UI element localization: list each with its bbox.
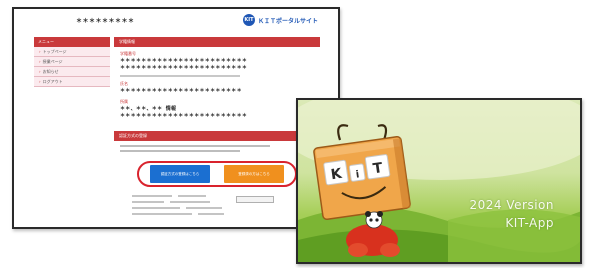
- sidebar-item-label: 授業ページ: [42, 58, 63, 64]
- name-value: ＊＊＊＊＊＊＊＊＊＊＊＊＊＊＊＊＊＊＊＊＊＊＊: [120, 88, 242, 94]
- sidebar-item-label: ログアウト: [42, 78, 63, 84]
- sidebar-header: メニュー: [34, 37, 110, 47]
- affiliation-value-2: ＊＊＊＊＊＊＊＊＊＊＊＊＊＊＊＊＊＊＊＊＊＊＊＊: [120, 113, 248, 119]
- profile-section-title: 学籍情報: [114, 37, 320, 47]
- brand-logo-icon: KIT: [242, 14, 255, 26]
- masked-user-id: ＊＊＊＊＊＊＊＊＊: [76, 18, 135, 25]
- instruction-line: [120, 150, 240, 152]
- sidebar-item-top[interactable]: › トップページ: [34, 47, 110, 57]
- student-id-value-2: ＊＊＊＊＊＊＊＊＊＊＊＊＊＊＊＊＊＊＊＊＊＊＊＊: [120, 65, 248, 71]
- student-id-value: ＊＊＊＊＊＊＊＊＊＊＊＊＊＊＊＊＊＊＊＊＊＊＊＊: [120, 58, 248, 64]
- affiliation-value: ＊＊、＊＊、＊＊ 情報: [120, 106, 177, 112]
- chevron-right-icon: ›: [39, 78, 41, 84]
- note-line: [198, 213, 224, 215]
- registered-auth-button[interactable]: 登録済の方はこちら: [224, 165, 284, 183]
- note-line: [170, 201, 210, 203]
- splash-app-name: KIT-App: [505, 216, 554, 230]
- auth-section-title: 認証方式の登録: [114, 131, 320, 141]
- app-splash-screen: K i T 2024 Version KIT-App: [296, 98, 582, 264]
- sidebar-item-classes[interactable]: › 授業ページ: [34, 57, 110, 67]
- portal-brand[interactable]: KIT ＫＩＴポータルサイト: [242, 14, 318, 26]
- name-label: 氏名: [120, 81, 128, 86]
- sidebar-item-news[interactable]: › お知らせ: [34, 67, 110, 77]
- auth-instructions: [120, 145, 320, 152]
- auth-section: 認証方式の登録: [114, 131, 320, 155]
- secondary-gray-button[interactable]: [236, 196, 274, 203]
- sidebar-item-label: お知らせ: [42, 68, 59, 74]
- note-line: [178, 195, 206, 197]
- profile-panel: 学籍情報 学籍番号 ＊＊＊＊＊＊＊＊＊＊＊＊＊＊＊＊＊＊＊＊＊＊＊＊ ＊＊＊＊＊…: [114, 37, 320, 120]
- student-id-label: 学籍番号: [120, 51, 136, 56]
- note-line: [132, 201, 164, 203]
- sidebar-item-label: トップページ: [42, 48, 67, 54]
- portal-sidebar: メニュー › トップページ › 授業ページ › お知らせ › ログアウト: [34, 37, 110, 87]
- portal-page-screenshot: ＊＊＊＊＊＊＊＊＊ KIT ＫＩＴポータルサイト メニュー › トップページ ›…: [12, 7, 340, 229]
- divider-line: [120, 75, 240, 77]
- portal-header: ＊＊＊＊＊＊＊＊＊ KIT ＫＩＴポータルサイト: [14, 9, 338, 33]
- note-line: [186, 207, 222, 209]
- affiliation-label: 所属: [120, 99, 128, 104]
- splash-version-text: 2024 Version: [469, 198, 554, 212]
- footer-notes: [132, 195, 302, 219]
- brand-name: ＫＩＴポータルサイト: [257, 17, 318, 25]
- splash-background: K i T: [298, 100, 580, 262]
- chevron-right-icon: ›: [39, 58, 41, 64]
- note-line: [132, 213, 192, 215]
- note-line: [132, 207, 180, 209]
- note-line: [132, 195, 172, 197]
- sidebar-item-logout[interactable]: › ログアウト: [34, 77, 110, 87]
- instruction-line: [120, 145, 270, 147]
- register-auth-button[interactable]: 認証方式の登録はこちら: [150, 165, 210, 183]
- chevron-right-icon: ›: [39, 68, 41, 74]
- chevron-right-icon: ›: [39, 48, 41, 54]
